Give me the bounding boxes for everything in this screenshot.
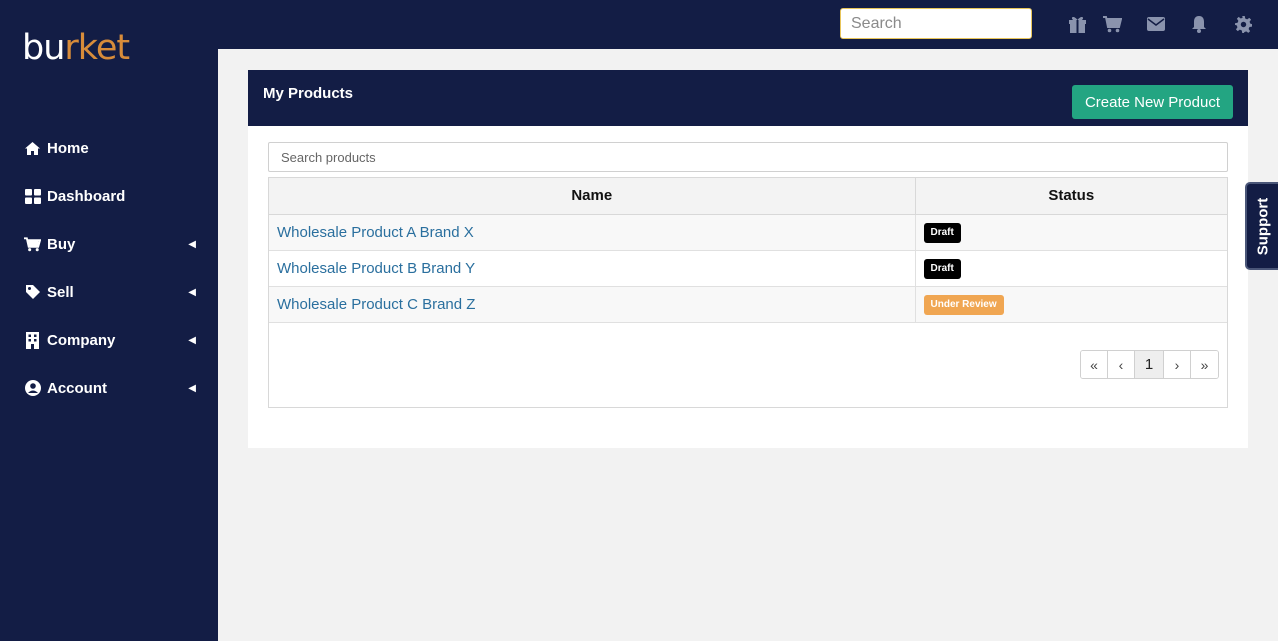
- column-header-name[interactable]: Name: [269, 178, 916, 215]
- status-badge: Under Review: [923, 294, 1004, 315]
- sidebar-item-label: Sell: [47, 283, 74, 301]
- pagination-last-button[interactable]: »: [1191, 351, 1218, 378]
- products-panel: My Products Create New Product Name Stat…: [248, 70, 1248, 448]
- create-new-product-button[interactable]: Create New Product: [1071, 85, 1233, 119]
- product-link[interactable]: Wholesale Product C Brand Z: [277, 296, 475, 313]
- logo-text-part2: rket: [64, 28, 130, 68]
- column-header-status[interactable]: Status: [915, 178, 1227, 215]
- cell-status: Draft: [915, 250, 1227, 287]
- bell-icon[interactable]: [1189, 14, 1209, 34]
- sidebar-item-label: Home: [47, 139, 89, 157]
- logo-text-part1: bu: [22, 28, 65, 68]
- support-tab[interactable]: Support: [1245, 182, 1278, 270]
- building-icon: [24, 331, 41, 349]
- sidebar-item-home[interactable]: Home: [0, 124, 218, 172]
- dashboard-icon: [24, 188, 41, 205]
- panel-header: My Products Create New Product: [248, 70, 1248, 126]
- global-search-input[interactable]: [840, 8, 1032, 39]
- search-products-input[interactable]: [268, 142, 1228, 172]
- top-bar: [218, 0, 1278, 49]
- sidebar-item-dashboard[interactable]: Dashboard: [0, 172, 218, 220]
- sidebar-item-company[interactable]: Company ◀: [0, 316, 218, 364]
- support-label: Support: [1254, 197, 1271, 255]
- home-icon: [24, 140, 41, 157]
- cell-status: Draft: [915, 214, 1227, 251]
- status-badge: Draft: [923, 222, 961, 243]
- sidebar-item-label: Buy: [47, 235, 76, 253]
- page-title: My Products: [263, 85, 354, 102]
- chevron-left-icon: ◀: [188, 286, 196, 298]
- chevron-left-icon: ◀: [188, 238, 196, 250]
- gear-icon[interactable]: [1233, 14, 1253, 34]
- brand-logo[interactable]: burket: [22, 28, 130, 68]
- pagination: « ‹ 1 › »: [1080, 350, 1219, 379]
- table-row: Wholesale Product A Brand X Draft: [269, 214, 1227, 251]
- sidebar-item-label: Dashboard: [47, 187, 126, 205]
- cell-name: Wholesale Product B Brand Y: [269, 250, 916, 287]
- pagination-prev-button[interactable]: ‹: [1108, 351, 1135, 378]
- sidebar-nav: Home Dashboard Buy ◀ Sell ◀ Company ◀ Ac…: [0, 124, 218, 412]
- chevron-left-icon: ◀: [188, 382, 196, 394]
- status-badge: Draft: [923, 258, 961, 279]
- cart-icon[interactable]: [1102, 14, 1122, 34]
- sidebar-item-label: Account: [47, 379, 107, 397]
- sidebar-item-account[interactable]: Account ◀: [0, 364, 218, 412]
- products-table: Name Status Wholesale Product A Brand X …: [269, 178, 1227, 323]
- product-link[interactable]: Wholesale Product A Brand X: [277, 224, 474, 241]
- gift-icon[interactable]: [1067, 14, 1087, 34]
- cell-name: Wholesale Product C Brand Z: [269, 286, 916, 323]
- pagination-next-button[interactable]: ›: [1164, 351, 1191, 378]
- product-link[interactable]: Wholesale Product B Brand Y: [277, 260, 475, 277]
- table-row: Wholesale Product B Brand Y Draft: [269, 250, 1227, 287]
- table-row: Wholesale Product C Brand Z Under Review: [269, 286, 1227, 323]
- pagination-page-button[interactable]: 1: [1135, 351, 1164, 378]
- chevron-left-icon: ◀: [188, 334, 196, 346]
- products-table-container: Name Status Wholesale Product A Brand X …: [268, 177, 1228, 408]
- envelope-icon[interactable]: [1146, 14, 1166, 34]
- sidebar-item-buy[interactable]: Buy ◀: [0, 220, 218, 268]
- cart-icon: [24, 236, 41, 253]
- sidebar-item-label: Company: [47, 331, 116, 349]
- cell-name: Wholesale Product A Brand X: [269, 214, 916, 251]
- tag-icon: [24, 284, 41, 301]
- sidebar-item-sell[interactable]: Sell ◀: [0, 268, 218, 316]
- sidebar: burket Home Dashboard Buy ◀ Sell ◀ Compa…: [0, 0, 218, 641]
- user-circle-icon: [24, 380, 41, 397]
- cell-status: Under Review: [915, 286, 1227, 323]
- pagination-first-button[interactable]: «: [1081, 351, 1108, 378]
